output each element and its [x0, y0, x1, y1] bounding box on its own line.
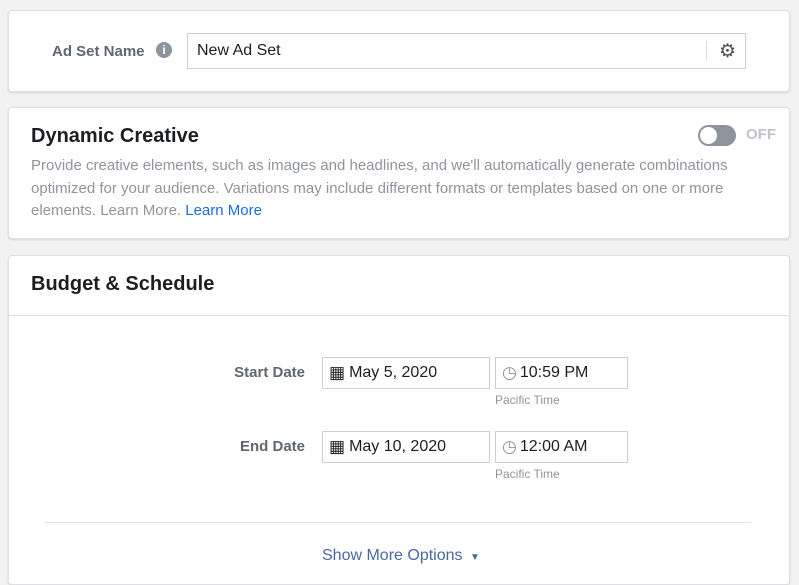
end-timezone: Pacific Time: [495, 467, 560, 481]
end-date-value: May 10, 2020: [349, 438, 447, 455]
end-time-value: 12:00 AM: [519, 438, 588, 455]
budget-schedule-title: Budget & Schedule: [31, 273, 215, 295]
options-divider: [46, 522, 751, 523]
show-more-options-button[interactable]: Show More Options ▼: [322, 547, 480, 565]
start-date-value: May 5, 2020: [349, 364, 438, 381]
start-time-value: 10:59 PM: [519, 364, 589, 381]
start-time-input[interactable]: ◷ 10:59 PM: [495, 357, 628, 389]
toggle-knob: [700, 127, 717, 144]
description-text: Provide creative elements, such as image…: [31, 157, 728, 219]
header-divider: [9, 315, 789, 316]
info-icon[interactable]: i: [156, 42, 172, 58]
toggle-state-label: OFF: [746, 126, 776, 143]
end-time-input[interactable]: ◷ 12:00 AM: [495, 431, 628, 463]
clock-icon: ◷: [502, 437, 517, 456]
ad-set-name-value: New Ad Set: [197, 42, 281, 59]
budget-schedule-card: Budget & Schedule Start Date ▦ May 5, 20…: [8, 255, 790, 585]
gear-icon[interactable]: ⚙: [719, 40, 736, 63]
calendar-icon: ▦: [329, 437, 346, 456]
dynamic-creative-toggle[interactable]: [698, 125, 736, 146]
dynamic-creative-description: Provide creative elements, such as image…: [31, 155, 731, 223]
start-date-label: Start Date: [234, 364, 305, 381]
start-date-input[interactable]: ▦ May 5, 2020: [322, 357, 490, 389]
end-date-label: End Date: [239, 438, 305, 455]
start-timezone: Pacific Time: [495, 393, 560, 407]
dynamic-creative-card: Dynamic Creative OFF Provide creative el…: [8, 107, 790, 239]
calendar-icon: ▦: [329, 363, 346, 382]
ad-set-name-label: Ad Set Name: [52, 43, 145, 60]
divider: [706, 41, 707, 61]
show-more-label: Show More Options: [322, 547, 463, 564]
dynamic-creative-title: Dynamic Creative: [31, 125, 199, 147]
end-date-input[interactable]: ▦ May 10, 2020: [322, 431, 490, 463]
ad-set-name-card: Ad Set Name i New Ad Set ⚙: [8, 10, 790, 92]
caret-down-icon: ▼: [469, 552, 480, 563]
ad-set-name-input[interactable]: New Ad Set ⚙: [187, 33, 746, 69]
learn-more-link[interactable]: Learn More: [185, 202, 262, 219]
clock-icon: ◷: [502, 363, 517, 382]
